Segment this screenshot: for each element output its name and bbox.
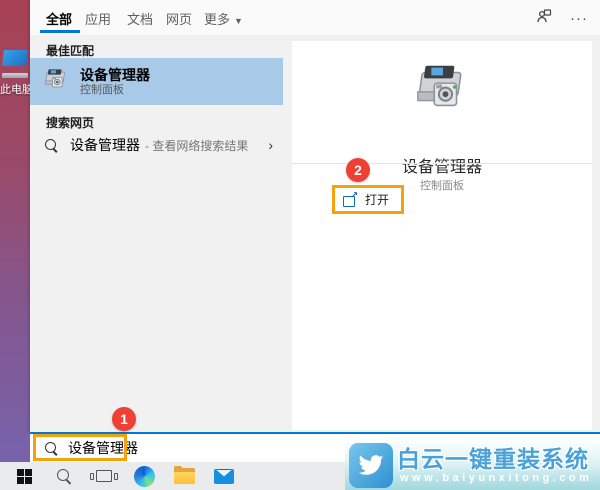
this-pc-keyboard-icon [2,73,28,78]
watermark-title: 白云一键重装系统 [397,446,589,472]
search-input-value[interactable]: 设备管理器 [68,438,138,458]
feedback-icon[interactable] [536,8,552,29]
result-detail-panel: 设备管理器 控制面板 打开 [292,41,592,430]
task-view-icon [90,470,118,482]
search-input-icon [45,441,58,455]
detail-divider [292,163,592,164]
open-action-button[interactable]: 打开 [332,185,405,214]
this-pc-label: 此电脑 [0,84,30,96]
file-explorer-icon [173,466,195,484]
web-search-suggestion[interactable]: 设备管理器 - 查看网络搜索结果 › [30,130,283,160]
tab-more-label: 更多 [204,12,231,27]
web-search-query: 设备管理器 [70,137,140,153]
best-match-title: 设备管理器 [80,66,150,83]
detail-title: 设备管理器 [401,159,482,176]
taskbar-search-button[interactable] [44,462,84,490]
watermark-bird-logo [349,443,393,488]
open-action-label: 打开 [365,193,390,207]
device-manager-large-icon [292,57,592,119]
tab-selected-underline [40,30,80,33]
watermark-banner: 白云一键重装系统 www.baiyunxitong.com [345,437,600,490]
chevron-down-icon: ▼ [234,16,243,26]
taskbar-mail-button[interactable] [204,462,244,490]
annotation-badge-1: 1 [112,407,136,431]
web-search-hint: - 查看网络搜索结果 [145,138,249,153]
tab-apps[interactable]: 应用 [85,9,111,28]
annotation-badge-2: 2 [346,158,370,182]
windows-logo-icon [16,468,32,484]
search-flyout: 全部 应用 文档 网页 更多 ▼ ··· 最佳匹配 设备管理器 控制面板 搜索网… [30,0,600,432]
edge-browser-icon [133,465,155,487]
watermark-url: www.baiyunxitong.com [400,472,593,484]
tab-documents[interactable]: 文档 [127,9,153,28]
taskbar-edge-button[interactable] [124,462,164,490]
search-filter-tabbar: 全部 应用 文档 网页 更多 ▼ ··· [30,0,600,35]
more-options-icon[interactable]: ··· [570,10,588,28]
open-external-icon [343,190,358,207]
tab-all[interactable]: 全部 [46,9,72,28]
search-icon [56,468,72,484]
device-manager-icon [42,65,70,98]
start-button[interactable] [4,462,44,490]
desktop-icon-this-pc[interactable]: 此电脑 [0,50,30,97]
task-view-button[interactable] [84,462,124,490]
tab-more[interactable]: 更多 ▼ [204,9,243,28]
best-match-header: 最佳匹配 [46,44,95,58]
tab-web[interactable]: 网页 [166,9,192,28]
search-icon [45,138,58,152]
chevron-right-icon[interactable]: › [268,137,273,153]
this-pc-icon [2,50,28,66]
taskbar-file-explorer-button[interactable] [164,462,204,490]
search-web-header: 搜索网页 [46,116,95,130]
best-match-subtitle: 控制面板 [80,83,124,96]
mail-icon [214,468,234,484]
panel-right-gutter [592,35,600,432]
best-match-result-device-manager[interactable]: 设备管理器 控制面板 [30,58,283,105]
